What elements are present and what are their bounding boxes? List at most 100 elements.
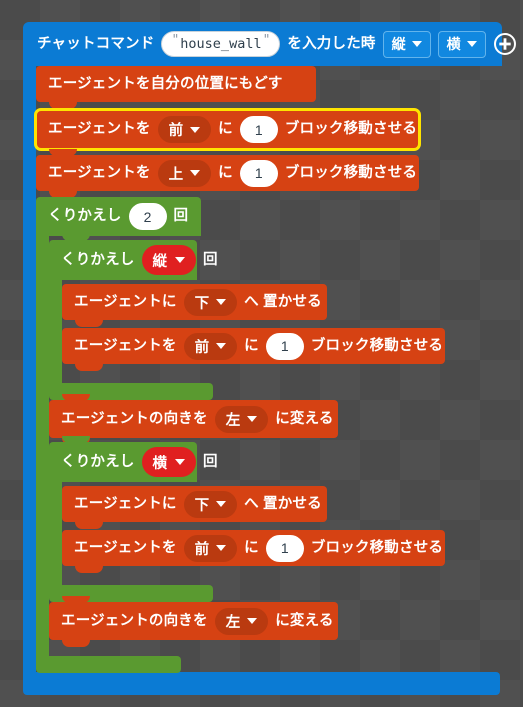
direction-value: 下 xyxy=(194,295,210,312)
direction-value: 前 xyxy=(194,541,210,558)
chevron-down-icon xyxy=(216,545,227,551)
chevron-down-icon xyxy=(247,416,258,422)
block-agent-turn-left-1[interactable]: エージェントの向きを 左 に変える xyxy=(49,394,338,445)
block-label-suffix: ブロック移動させる xyxy=(310,539,444,556)
block-notch xyxy=(49,149,77,156)
block-agent-turn-left-2[interactable]: エージェントの向きを 左 に変える xyxy=(49,596,338,647)
block-label-suffix: に変える xyxy=(275,410,334,427)
chevron-down-icon xyxy=(411,41,422,47)
param-yoko-dropdown[interactable]: 横 xyxy=(437,30,486,58)
param-tate-dropdown[interactable]: 縦 xyxy=(382,30,431,58)
block-label-prefix: エージェントの向きを xyxy=(61,410,208,427)
distance-number-input[interactable]: 1 xyxy=(265,534,304,562)
direction-value: 上 xyxy=(168,166,184,183)
loop-repeat-yoko-foot-notch xyxy=(62,585,90,593)
distance-number-input[interactable]: 1 xyxy=(265,332,304,360)
block-label-prefix: エージェントを xyxy=(74,539,177,556)
block-label-mid: に xyxy=(218,164,233,181)
block-notch xyxy=(62,394,90,401)
block-agent-move-forward-selected[interactable]: エージェントを 前 に 1 ブロック移動させる xyxy=(34,108,421,156)
command-value: house_wall xyxy=(180,36,262,52)
event-block-spine xyxy=(23,66,36,678)
variable-tate-reporter[interactable]: 縦 xyxy=(141,245,196,275)
loop-label-prefix: くりかえし xyxy=(48,208,122,225)
quote-close: " xyxy=(262,32,271,48)
direction-dropdown[interactable]: 左 xyxy=(214,405,269,433)
loop-label-suffix: 回 xyxy=(203,251,218,268)
block-agent-return-home[interactable]: エージェントを自分の位置にもどす xyxy=(36,66,316,109)
chevron-down-icon xyxy=(175,459,185,465)
block-label-suffix: ブロック移動させる xyxy=(284,164,418,181)
direction-value: 左 xyxy=(225,412,241,429)
direction-dropdown[interactable]: 左 xyxy=(214,607,269,635)
hat-label-prefix: チャットコマンド xyxy=(37,35,155,52)
direction-dropdown[interactable]: 下 xyxy=(183,288,238,316)
block-agent-move-up[interactable]: エージェントを 上 に 1 ブロック移動させる xyxy=(36,155,419,198)
chevron-down-icon xyxy=(247,618,258,624)
block-label: エージェントを自分の位置にもどす xyxy=(48,75,283,92)
direction-value: 下 xyxy=(194,497,210,514)
event-block-foot xyxy=(23,672,500,695)
chevron-down-icon xyxy=(216,343,227,349)
block-agent-place-down-1[interactable]: エージェントに 下 へ 置かせる xyxy=(62,284,327,327)
direction-value: 前 xyxy=(194,339,210,356)
blockly-workspace[interactable]: チャットコマンド " house_wall " を入力した時 縦 横 エージェン… xyxy=(0,0,523,707)
block-label-prefix: エージェントの向きを xyxy=(61,612,208,629)
param-yoko-label: 横 xyxy=(446,36,461,52)
plus-circle-icon[interactable] xyxy=(493,32,517,56)
direction-dropdown[interactable]: 下 xyxy=(183,490,238,518)
direction-value: 前 xyxy=(168,123,184,139)
direction-dropdown[interactable]: 前 xyxy=(157,116,212,143)
block-label-suffix: ブロック移動させる xyxy=(284,121,418,138)
chevron-down-icon xyxy=(216,299,227,305)
variable-tate-label: 縦 xyxy=(152,253,168,270)
block-notch xyxy=(75,566,103,573)
quote-open: " xyxy=(171,32,180,48)
loop-repeat-tate-header[interactable]: くりかえし 縦 回 xyxy=(49,234,218,280)
loop-repeat-2-header[interactable]: くりかえし 2 回 xyxy=(36,197,201,236)
hat-label-suffix: を入力した時 xyxy=(287,35,376,52)
distance-number-input[interactable]: 1 xyxy=(239,159,278,187)
block-notch xyxy=(62,234,90,241)
loop-label-prefix: くりかえし xyxy=(61,251,135,268)
command-text-input[interactable]: " house_wall " xyxy=(161,31,281,57)
block-notch xyxy=(62,640,90,647)
loop-label-suffix: 回 xyxy=(203,453,218,470)
chat-command-event-block[interactable]: チャットコマンド " house_wall " を入力した時 縦 横 xyxy=(23,22,516,66)
block-notch xyxy=(75,364,103,371)
block-label-prefix: エージェントを xyxy=(74,337,177,354)
loop-count-input[interactable]: 2 xyxy=(128,203,167,230)
block-notch xyxy=(62,436,90,443)
block-label-mid: に xyxy=(244,337,259,354)
block-label-mid: に xyxy=(244,539,259,556)
block-label-suffix: ブロック移動させる xyxy=(310,337,444,354)
block-label-prefix: エージェントを xyxy=(48,121,151,138)
block-label-suffix: に変える xyxy=(275,612,334,629)
distance-number-input[interactable]: 1 xyxy=(239,116,278,143)
param-tate-label: 縦 xyxy=(391,36,406,52)
loop-repeat-tate-foot-notch xyxy=(62,383,90,391)
loop-repeat-yoko-header[interactable]: くりかえし 横 回 xyxy=(49,436,218,482)
chevron-down-icon xyxy=(466,41,477,47)
direction-dropdown[interactable]: 上 xyxy=(157,159,212,187)
chevron-down-icon xyxy=(216,501,227,507)
block-agent-move-forward-1[interactable]: エージェントを 前 に 1 ブロック移動させる xyxy=(62,328,445,371)
variable-yoko-reporter[interactable]: 横 xyxy=(141,447,196,477)
block-notch xyxy=(49,102,77,109)
loop-label-prefix: くりかえし xyxy=(61,453,135,470)
loop-label-suffix: 回 xyxy=(173,208,189,225)
block-notch xyxy=(75,522,103,529)
chevron-down-icon xyxy=(175,257,185,263)
block-label-suffix: へ 置かせる xyxy=(244,293,322,310)
block-label-suffix: へ 置かせる xyxy=(244,495,322,512)
block-agent-move-forward-2[interactable]: エージェントを 前 に 1 ブロック移動させる xyxy=(62,530,445,573)
loop-repeat-tate-spine xyxy=(49,280,62,383)
block-agent-place-down-2[interactable]: エージェントに 下 へ 置かせる xyxy=(62,486,327,529)
chevron-down-icon xyxy=(190,170,201,176)
direction-dropdown[interactable]: 前 xyxy=(183,332,238,360)
block-label-prefix: エージェントに xyxy=(74,293,177,310)
direction-dropdown[interactable]: 前 xyxy=(183,534,238,562)
loop-repeat-yoko-spine xyxy=(49,482,62,585)
block-label-mid: に xyxy=(218,121,233,138)
block-label-prefix: エージェントを xyxy=(48,164,151,181)
